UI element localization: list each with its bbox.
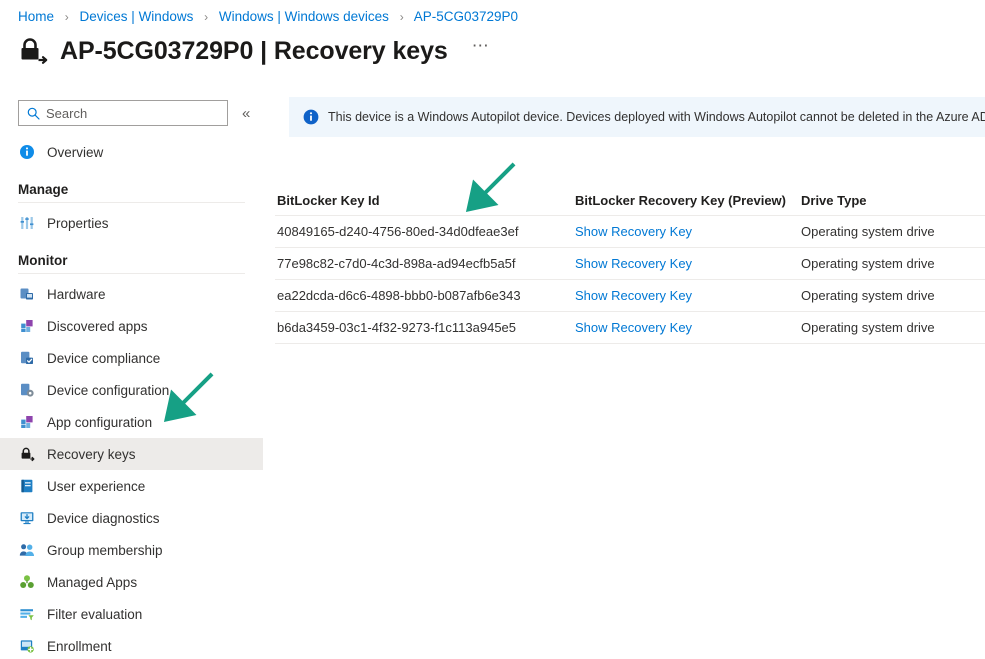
page-header: AP-5CG03729P0 | Recovery keys ⋯ (16, 34, 490, 68)
cell-recovery-key: Show Recovery Key (575, 256, 801, 271)
sidebar-item-label: Filter evaluation (47, 606, 143, 622)
sliders-icon (18, 214, 36, 232)
breadcrumb-item-windows-devices[interactable]: Windows | Windows devices (219, 9, 389, 24)
sidebar-item-label: Device diagnostics (47, 510, 160, 526)
breadcrumb-separator-icon: › (204, 10, 209, 24)
column-header-bitlocker-key-id[interactable]: BitLocker Key Id (275, 193, 575, 208)
sidebar-item-label: Recovery keys (47, 446, 136, 462)
sidebar-item-label: App configuration (47, 414, 153, 430)
show-recovery-key-link[interactable]: Show Recovery Key (575, 320, 692, 335)
sidebar-item-label: Device compliance (47, 350, 161, 366)
recovery-keys-table: BitLocker Key Id BitLocker Recovery Key … (275, 186, 985, 344)
device-compliance-icon (18, 349, 36, 367)
cell-recovery-key: Show Recovery Key (575, 288, 801, 303)
sidebar-item-discovered-apps[interactable]: Discovered apps (0, 310, 263, 342)
hardware-device-icon (18, 285, 36, 303)
banner-text: This device is a Windows Autopilot devic… (328, 110, 985, 124)
breadcrumb-item-devices-windows[interactable]: Devices | Windows (80, 9, 194, 24)
sidebar-search-row: « (18, 96, 263, 130)
sidebar-item-overview[interactable]: Overview (0, 136, 263, 168)
info-circle-icon (18, 143, 36, 161)
table-header-row: BitLocker Key Id BitLocker Recovery Key … (275, 186, 985, 216)
cell-bitlocker-key-id: b6da3459-03c1-4f32-9273-f1c113a945e5 (277, 320, 517, 335)
sidebar-item-group-membership[interactable]: Group membership (0, 534, 263, 566)
group-membership-icon (18, 541, 36, 559)
table-row[interactable]: 77e98c82-c7d0-4c3d-898a-ad94ecfb5a5f Sho… (275, 248, 985, 280)
azure-portal-device-recovery-keys-page: Home › Devices | Windows › Windows | Win… (0, 0, 985, 659)
cell-bitlocker-key-id: ea22dcda-d6c6-4898-bbb0-b087afb6e343 (277, 288, 521, 303)
recovery-key-icon (18, 445, 36, 463)
search-input[interactable] (46, 105, 206, 121)
table-row[interactable]: ea22dcda-d6c6-4898-bbb0-b087afb6e343 Sho… (275, 280, 985, 312)
sidebar-item-app-configuration[interactable]: App configuration (0, 406, 263, 438)
cell-drive-type: Operating system drive (801, 320, 935, 335)
main-content: This device is a Windows Autopilot devic… (263, 90, 985, 659)
sidebar-item-device-compliance[interactable]: Device compliance (0, 342, 263, 374)
sidebar-item-device-diagnostics[interactable]: Device diagnostics (0, 502, 263, 534)
sidebar-item-properties[interactable]: Properties (0, 207, 263, 239)
sidebar-item-hardware[interactable]: Hardware (0, 278, 263, 310)
sidebar-group-manage: Manage (0, 182, 263, 203)
sidebar-item-label: Overview (47, 144, 104, 160)
cell-drive-type: Operating system drive (801, 288, 935, 303)
user-experience-icon (18, 477, 36, 495)
breadcrumb-item-device[interactable]: AP-5CG03729P0 (414, 9, 518, 24)
show-recovery-key-link[interactable]: Show Recovery Key (575, 288, 692, 303)
cell-recovery-key: Show Recovery Key (575, 320, 801, 335)
breadcrumb: Home › Devices | Windows › Windows | Win… (18, 8, 518, 26)
show-recovery-key-link[interactable]: Show Recovery Key (575, 224, 692, 239)
enrollment-icon (18, 637, 36, 655)
discovered-apps-icon (18, 317, 36, 335)
more-options-button[interactable]: ⋯ (472, 37, 491, 54)
sidebar-group-monitor: Monitor (0, 253, 263, 274)
sidebar-item-enrollment[interactable]: Enrollment (0, 630, 263, 659)
sidebar: « Overview Manage (0, 90, 263, 659)
sidebar-item-label: Enrollment (47, 638, 112, 654)
info-circle-icon (303, 109, 319, 125)
search-icon (27, 107, 40, 120)
breadcrumb-separator-icon: › (64, 10, 69, 24)
sidebar-item-filter-evaluation[interactable]: Filter evaluation (0, 598, 263, 630)
cell-drive-type: Operating system drive (801, 256, 935, 271)
sidebar-item-recovery-keys[interactable]: Recovery keys (0, 438, 263, 470)
column-header-drive-type[interactable]: Drive Type (801, 193, 981, 208)
sidebar-group-title: Monitor (18, 253, 68, 268)
filter-evaluation-icon (18, 605, 36, 623)
table-row[interactable]: b6da3459-03c1-4f32-9273-f1c113a945e5 Sho… (275, 312, 985, 344)
chevron-double-left-icon[interactable]: « (242, 105, 250, 122)
device-configuration-icon (18, 381, 36, 399)
bitlocker-key-icon (16, 34, 50, 68)
show-recovery-key-link[interactable]: Show Recovery Key (575, 256, 692, 271)
table-row[interactable]: 40849165-d240-4756-80ed-34d0dfeae3ef Sho… (275, 216, 985, 248)
sidebar-item-user-experience[interactable]: User experience (0, 470, 263, 502)
cell-bitlocker-key-id: 40849165-d240-4756-80ed-34d0dfeae3ef (277, 224, 519, 239)
device-diagnostics-icon (18, 509, 36, 527)
sidebar-item-label: Properties (47, 215, 109, 231)
sidebar-item-label: Discovered apps (47, 318, 148, 334)
sidebar-item-label: User experience (47, 478, 146, 494)
sidebar-item-label: Device configuration (47, 382, 170, 398)
sidebar-group-title: Manage (18, 182, 69, 197)
column-header-recovery-key[interactable]: BitLocker Recovery Key (Preview) (575, 193, 801, 208)
breadcrumb-item-home[interactable]: Home (18, 9, 54, 24)
cell-drive-type: Operating system drive (801, 224, 935, 239)
page-title: AP-5CG03729P0 | Recovery keys (60, 36, 448, 65)
sidebar-item-managed-apps[interactable]: Managed Apps (0, 566, 263, 598)
managed-apps-icon (18, 573, 36, 591)
cell-recovery-key: Show Recovery Key (575, 224, 801, 239)
sidebar-group-divider (18, 202, 245, 203)
search-box[interactable] (18, 100, 228, 126)
sidebar-item-label: Group membership (47, 542, 163, 558)
sidebar-item-label: Managed Apps (47, 574, 138, 590)
cell-bitlocker-key-id: 77e98c82-c7d0-4c3d-898a-ad94ecfb5a5f (277, 256, 516, 271)
sidebar-item-device-configuration[interactable]: Device configuration (0, 374, 263, 406)
autopilot-info-banner: This device is a Windows Autopilot devic… (289, 97, 985, 137)
breadcrumb-separator-icon: › (399, 10, 404, 24)
sidebar-group-divider (18, 273, 245, 274)
app-configuration-icon (18, 413, 36, 431)
sidebar-item-label: Hardware (47, 286, 106, 302)
